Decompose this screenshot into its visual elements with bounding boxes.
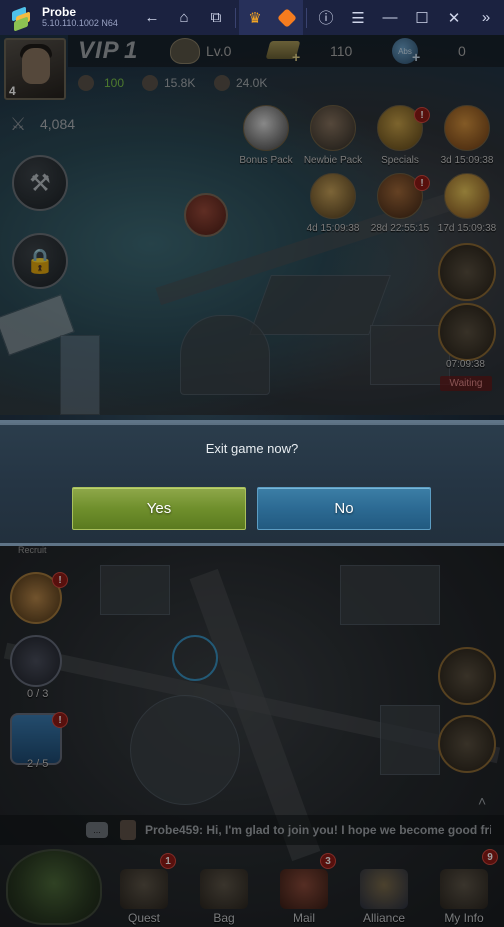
app-title-block: Probe 5.10.110.1002 N64 xyxy=(42,5,118,29)
no-button[interactable]: No xyxy=(257,487,431,530)
maximize-icon[interactable]: ☐ xyxy=(406,0,438,35)
minimize-icon[interactable]: — xyxy=(374,0,406,35)
yes-button[interactable]: Yes xyxy=(72,487,246,530)
dialog-message: Exit game now? xyxy=(205,441,299,456)
menu-icon[interactable]: ☰ xyxy=(342,0,374,35)
bluestacks-logo-icon xyxy=(10,5,32,32)
titlebar-controls: ← ⌂ ⧉ ♛ ⓘ ☰ — ☐ ✕ » xyxy=(136,0,502,35)
crown-icon[interactable]: ♛ xyxy=(239,0,271,35)
collapse-sidebar-icon[interactable]: » xyxy=(470,0,502,35)
exit-dialog: Exit game now? Yes No xyxy=(0,420,504,546)
multi-window-icon[interactable]: ⧉ xyxy=(200,0,232,35)
divider xyxy=(235,7,236,28)
emulator-titlebar: Probe 5.10.110.1002 N64 ← ⌂ ⧉ ♛ ⓘ ☰ — ☐ … xyxy=(0,0,504,35)
home-icon[interactable]: ⌂ xyxy=(168,0,200,35)
back-icon[interactable]: ← xyxy=(136,0,168,35)
close-icon[interactable]: ✕ xyxy=(438,0,470,35)
divider xyxy=(306,7,307,28)
gear-hex-icon[interactable] xyxy=(271,0,303,35)
help-icon[interactable]: ⓘ xyxy=(310,0,342,35)
app-version: 5.10.110.1002 N64 xyxy=(42,18,118,29)
game-viewport[interactable]: 4 VIP 1 Lv.0 + 110 Abs + 0 100 15.8K 24.… xyxy=(0,35,504,927)
